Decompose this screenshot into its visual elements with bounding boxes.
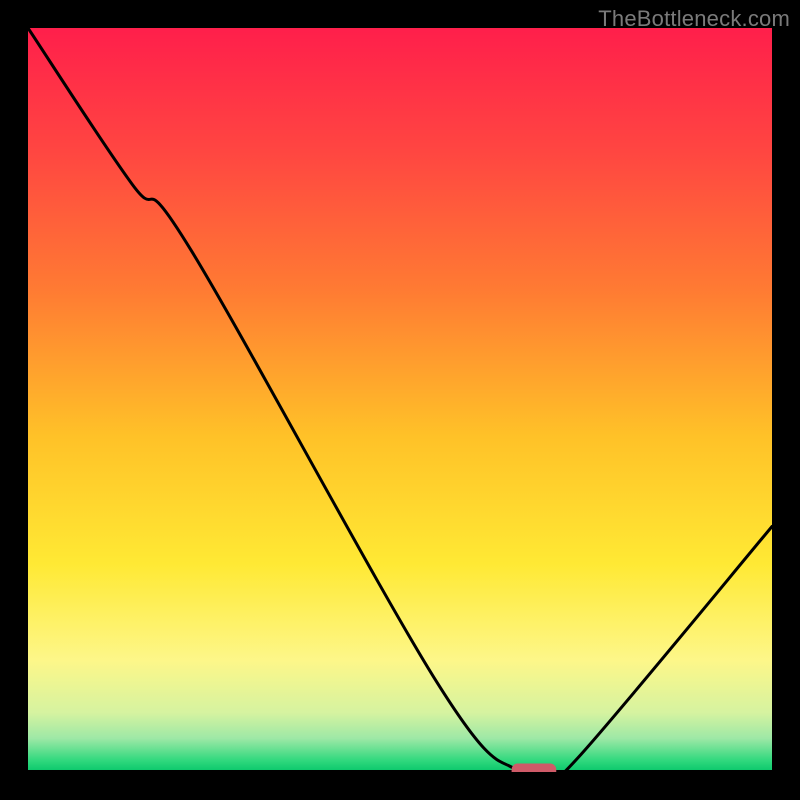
chart-svg	[28, 28, 772, 772]
chart-frame: TheBottleneck.com	[0, 0, 800, 800]
plot-area	[28, 28, 772, 772]
optimal-marker	[512, 764, 557, 772]
